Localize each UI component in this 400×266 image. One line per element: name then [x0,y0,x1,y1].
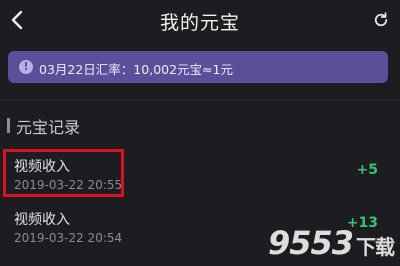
exchange-rate-text: 03月22日汇率：10,002元宝≈1元 [39,62,233,77]
section-title: 元宝记录 [16,118,81,137]
refresh-icon[interactable] [372,11,390,29]
watermark-logo: 9553 下载 [234,222,395,262]
record-name: 视频收入 [14,212,70,228]
record-amount: +5 [356,162,378,178]
page-title: 我的元宝 [159,12,240,34]
record-time: 2019-03-22 20:54 [14,231,123,245]
divider [0,100,400,101]
info-icon: ! [19,60,33,74]
exchange-rate-banner: ! 03月22日汇率：10,002元宝≈1元 [8,51,388,83]
top-bar: 我的元宝 [0,0,400,44]
watermark-suffix: 下载 [356,235,395,259]
highlight-annotation-box [3,149,124,197]
section-accent-bar [7,118,10,133]
watermark-text: 9553 下载 [267,224,395,262]
watermark-number: 9553 [267,224,354,262]
screen: 我的元宝 ! 03月22日汇率：10,002元宝≈1元 元宝记录 视频收入 20… [0,0,400,266]
